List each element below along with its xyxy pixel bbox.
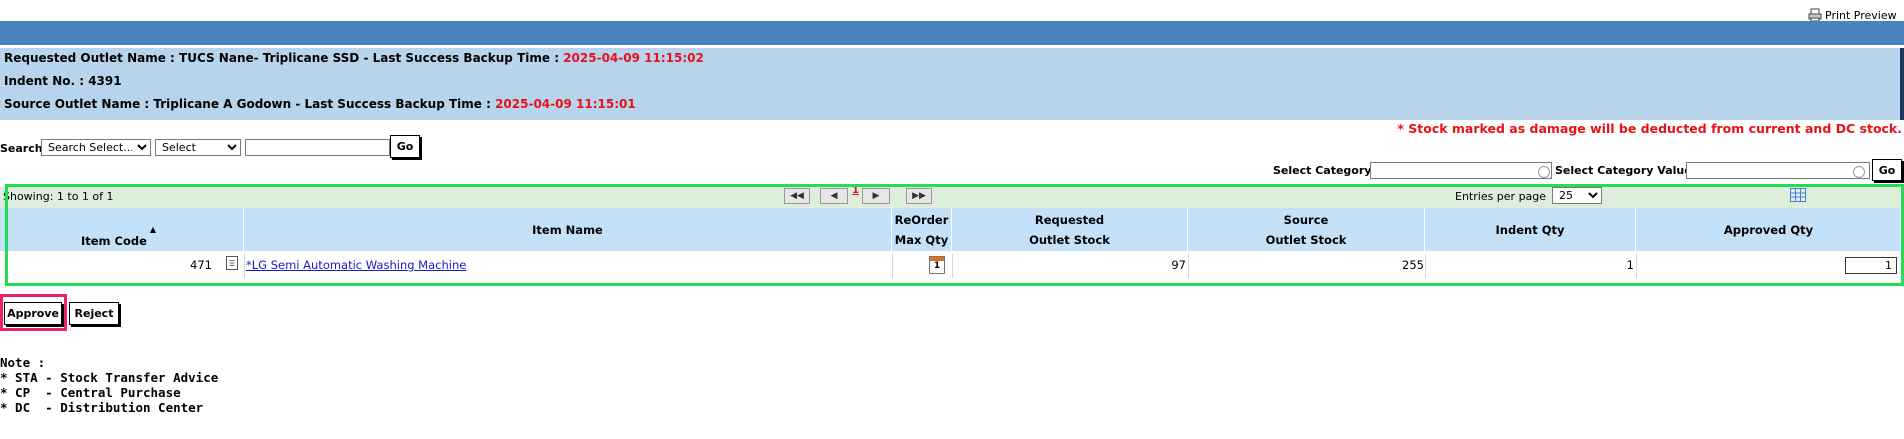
search-input[interactable] [245,139,390,156]
select-category-value-label: Select Category Value : [1555,164,1700,177]
note-line-cp: * CP - Central Purchase [0,385,181,400]
source-backup-time: 2025-04-09 11:15:01 [495,97,636,111]
source-outlet-label: Source Outlet Name : Triplicane A Godown… [4,97,491,111]
requested-outlet-label: Requested Outlet Name : TUCS Nane- Tripl… [4,51,559,65]
search-go-button[interactable]: Go [390,135,420,158]
search-label: Search [0,142,43,155]
requested-outlet-line: Requested Outlet Name : TUCS Nane- Tripl… [4,51,704,65]
search-operator-select[interactable]: Select [155,139,241,156]
select-category-label: Select Category : [1273,164,1380,177]
indent-info-panel: Requested Outlet Name : TUCS Nane- Tripl… [0,48,1900,120]
reject-button[interactable]: Reject [69,302,119,325]
damage-warning: * Stock marked as damage will be deducte… [1397,121,1902,136]
select-category-value-input[interactable] [1686,162,1870,179]
table-highlight-frame [5,184,1904,286]
note-line-dc: * DC - Distribution Center [0,400,204,415]
select-category-input[interactable] [1370,162,1552,179]
approve-button[interactable]: Approve [4,302,62,325]
category-value-lookup-icon[interactable] [1853,166,1865,178]
notes-block: Note : * STA - Stock Transfer Advice * CP … [0,355,218,415]
panel-edge [1900,48,1904,120]
category-go-button[interactable]: Go [1872,159,1902,181]
header-band [0,21,1904,45]
indent-number: Indent No. : 4391 [4,74,122,88]
notes-title: Note : [0,355,46,370]
source-outlet-line: Source Outlet Name : Triplicane A Godown… [4,97,636,111]
requested-backup-time: 2025-04-09 11:15:02 [563,51,704,65]
printer-icon [1808,8,1822,22]
print-preview-link[interactable]: Print Preview [1808,0,1897,22]
category-lookup-icon[interactable] [1538,166,1550,178]
note-line-sta: * STA - Stock Transfer Advice [0,370,219,385]
search-field-select[interactable]: Search Select... [41,139,151,156]
